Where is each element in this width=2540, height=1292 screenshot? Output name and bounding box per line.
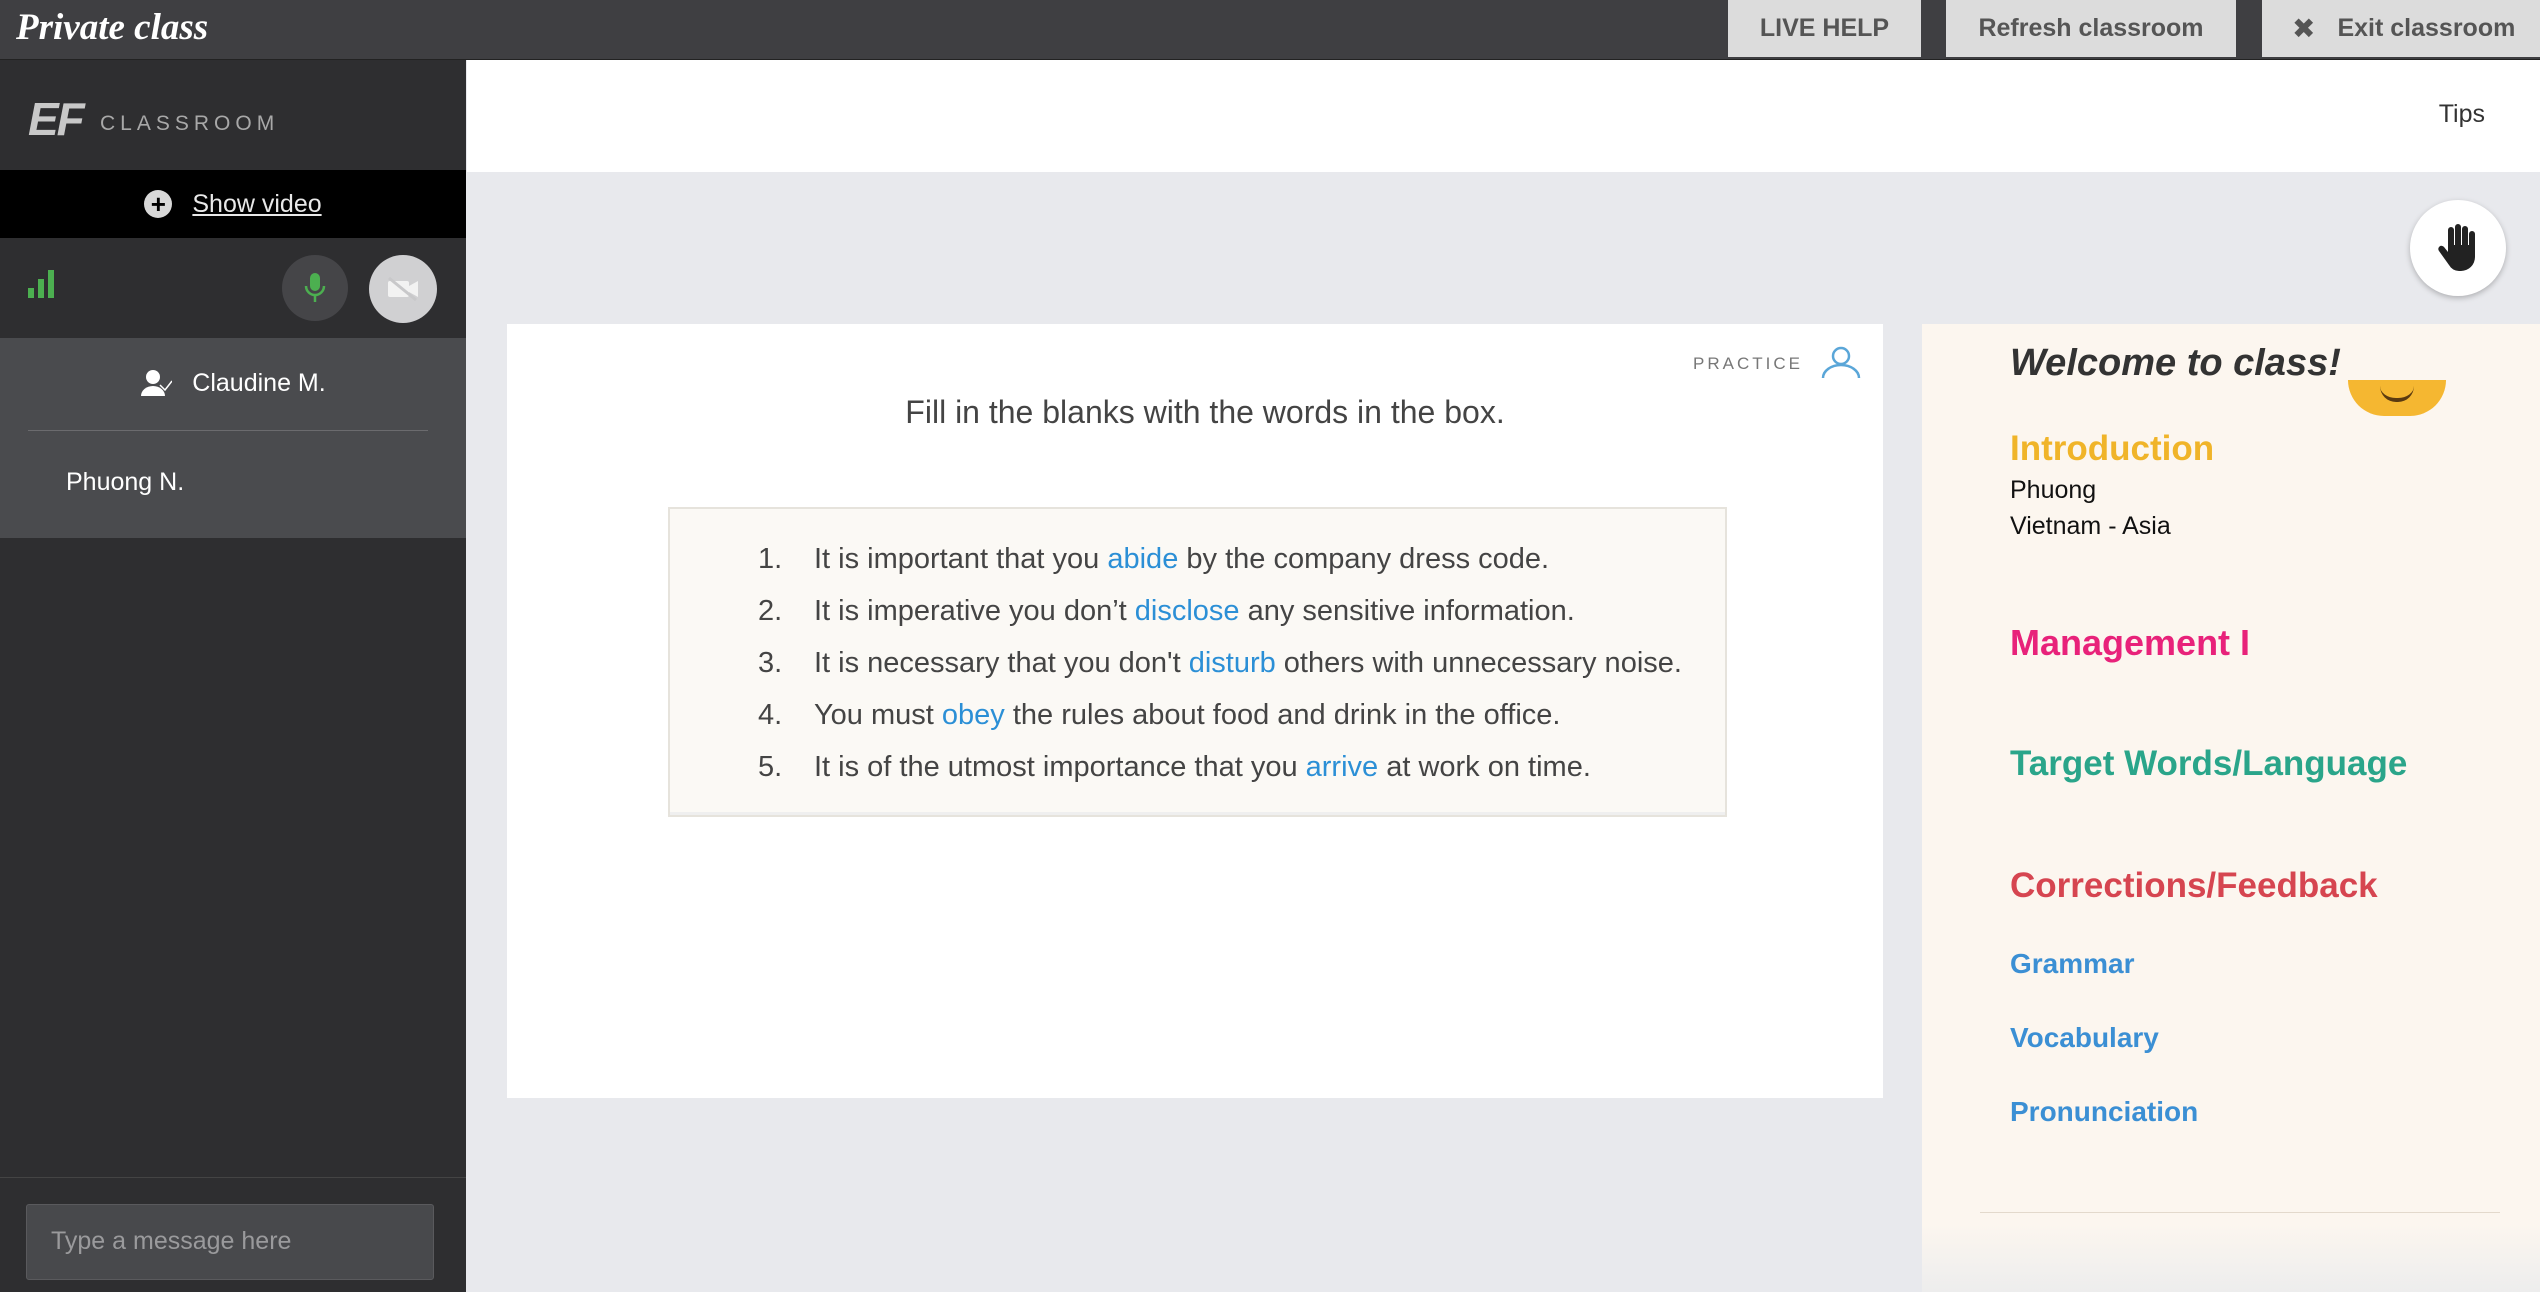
sentence-item: 5. It is of the utmost importance that yo…	[758, 747, 1682, 799]
chat-input[interactable]: Type a message here	[26, 1204, 434, 1280]
tips-link[interactable]: Tips	[2439, 100, 2485, 129]
refresh-classroom-button[interactable]: Refresh classroom	[1946, 0, 2236, 57]
sentence-item: 1. It is important that you abide by the …	[758, 539, 1682, 591]
notes-divider	[1980, 1212, 2500, 1213]
ef-logo-mark: EF	[28, 93, 85, 145]
exercise-card: PRACTICE Fill in the blanks with the wor…	[507, 324, 1883, 1098]
smiley-icon	[2348, 380, 2446, 416]
sentence-item: 2. It is imperative you don’t disclose an…	[758, 591, 1682, 643]
sentence-prefix: It is of the utmost importance that you	[814, 751, 1306, 783]
exit-classroom-button[interactable]: ✖ Exit classroom	[2262, 0, 2540, 57]
camera-off-icon	[388, 276, 418, 302]
sentence-number: 1.	[758, 543, 783, 575]
exercise-instruction: Fill in the blanks with the words in the…	[905, 394, 1505, 430]
sentence-number: 3.	[758, 647, 783, 679]
plus-icon: +	[144, 190, 173, 218]
practice-label: PRACTICE	[1693, 354, 1803, 373]
student-icon	[1821, 346, 1861, 379]
sentence-item: 3. It is necessary that you don't disturb…	[758, 643, 1682, 695]
management-heading: Management I	[2010, 622, 2251, 663]
ef-classroom-logo: EF CLASSROOM	[0, 60, 466, 170]
answer-word: disturb	[1188, 647, 1276, 679]
sentence-text: It is important that you abide by the co…	[814, 539, 1549, 591]
camera-button[interactable]	[369, 255, 437, 323]
corrections-heading: Corrections/Feedback	[2010, 866, 2378, 905]
sentence-text: It is of the utmost importance that you …	[814, 747, 1591, 799]
target-words-heading: Target Words/Language	[2010, 744, 2408, 783]
sentence-text: You must obey the rules about food and d…	[814, 695, 1560, 747]
answer-word: disclose	[1134, 595, 1240, 627]
sentence-item: 4. You must obey the rules about food and…	[758, 695, 1682, 747]
hand-icon	[2438, 224, 2475, 271]
welcome-heading: Welcome to class!	[2010, 348, 2341, 382]
sidebar: EF CLASSROOM + Show video Claudine M. Ph…	[0, 60, 466, 1292]
sentence-list: 1. It is important that you abide by the …	[758, 539, 1682, 799]
sentence-prefix: It is necessary that you don't	[814, 647, 1189, 679]
teacher-user-icon	[141, 370, 173, 396]
sentence-number: 4.	[758, 699, 783, 731]
answer-word: obey	[941, 699, 1005, 731]
sentence-suffix: by the company dress code.	[1178, 543, 1550, 575]
signal-strength-icon	[28, 268, 56, 298]
sentence-number: 5.	[758, 751, 783, 783]
student-location: Vietnam - Asia	[2010, 512, 2171, 540]
content-header: Tips	[467, 60, 2540, 172]
sentence-text: It is imperative you don’t disclose any …	[814, 591, 1575, 643]
sentence-prefix: You must	[814, 699, 942, 731]
microphone-icon	[304, 273, 326, 302]
student-name: Phuong	[2010, 476, 2097, 504]
participant-teacher[interactable]: Claudine M.	[0, 338, 466, 428]
live-help-button[interactable]: LIVE HELP	[1728, 0, 1921, 57]
sentence-suffix: any sensitive information.	[1239, 595, 1575, 627]
sentence-prefix: It is important that you	[814, 543, 1108, 575]
participant-divider	[28, 430, 428, 431]
media-controls	[0, 238, 466, 338]
vocabulary-heading: Vocabulary	[2010, 1022, 2159, 1053]
microphone-button[interactable]	[282, 255, 348, 321]
sentence-suffix: the rules about food and drink in the of…	[1004, 699, 1561, 731]
top-bar: Private class LIVE HELP Refresh classroo…	[0, 0, 2540, 60]
participant-list: Claudine M.	[0, 338, 466, 538]
exit-classroom-label: Exit classroom	[2337, 14, 2516, 42]
sentence-box: 1. It is important that you abide by the …	[668, 507, 1727, 817]
participant-student[interactable]: Phuong N.	[66, 468, 184, 497]
pronunciation-heading: Pronunciation	[2010, 1096, 2199, 1127]
grammar-heading: Grammar	[2010, 948, 2135, 979]
sentence-number: 2.	[758, 595, 783, 627]
chat-area: Type a message here	[0, 1177, 466, 1292]
sentence-prefix: It is imperative you don’t	[814, 595, 1135, 627]
introduction-heading: Introduction	[2010, 429, 2215, 468]
show-video-link[interactable]: Show video	[192, 190, 321, 219]
notes-fade	[1922, 1224, 2540, 1292]
logo-text: CLASSROOM	[100, 112, 280, 135]
participant-name: Claudine M.	[192, 368, 326, 397]
window-title: Private class	[16, 7, 209, 48]
raise-hand-button[interactable]	[2410, 200, 2506, 296]
sentence-suffix: others with unnecessary noise.	[1275, 647, 1682, 679]
sentence-suffix: at work on time.	[1378, 751, 1591, 783]
show-video-bar[interactable]: + Show video	[0, 170, 466, 238]
close-icon: ✖	[2292, 13, 2316, 44]
answer-word: arrive	[1305, 751, 1379, 783]
answer-word: abide	[1107, 543, 1179, 575]
sentence-text: It is necessary that you don't disturb o…	[814, 643, 1682, 695]
lesson-notes-panel: Welcome to class! Introduction Phuong Vi…	[1922, 324, 2540, 1292]
